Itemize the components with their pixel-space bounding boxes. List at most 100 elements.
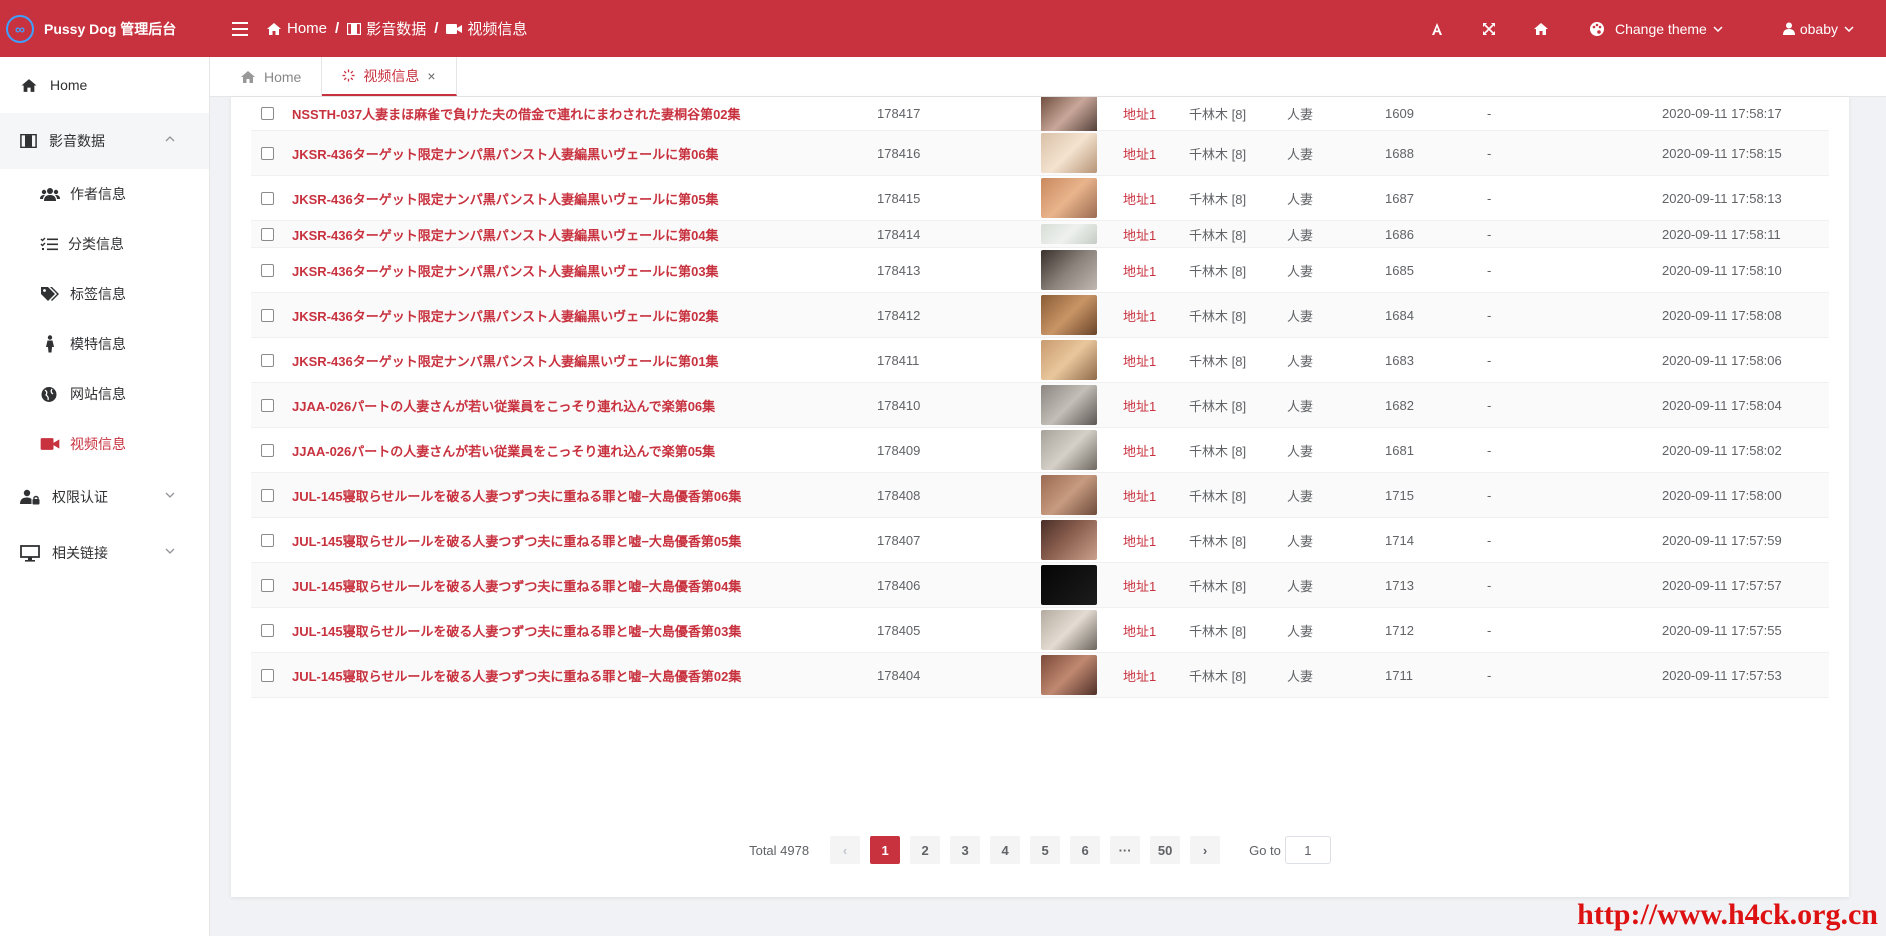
video-created-at: 2020-09-11 17:58:02 [1662, 442, 1782, 458]
row-checkbox[interactable] [261, 263, 274, 277]
row-checkbox[interactable] [261, 107, 274, 120]
video-thumbnail[interactable] [1041, 610, 1097, 650]
fullscreen-icon[interactable] [1463, 22, 1515, 36]
sidebar-group-links[interactable]: 相关链接 [0, 525, 209, 581]
sidebar-item-authors[interactable]: 作者信息 [0, 169, 209, 219]
video-title-link[interactable]: JUL-145寝取らせルールを破る人妻つずつ夫に重ねる罪と嘘−大島優香第06集 [292, 473, 741, 517]
sidebar-item-categories[interactable]: 分类信息 [0, 219, 209, 269]
font-size-icon[interactable] [1411, 22, 1463, 36]
video-source-link[interactable]: 地址1 [1123, 131, 1156, 175]
breadcrumb-home[interactable]: Home [266, 20, 327, 37]
row-checkbox[interactable] [261, 146, 274, 160]
tab-home[interactable]: Home [220, 57, 323, 96]
row-checkbox[interactable] [261, 488, 274, 502]
menu-toggle-icon[interactable] [232, 21, 248, 36]
row-checkbox[interactable] [261, 398, 274, 412]
video-source-link[interactable]: 地址1 [1123, 383, 1156, 427]
video-thumbnail[interactable] [1041, 250, 1097, 290]
video-thumbnail[interactable] [1041, 97, 1097, 134]
video-source-link[interactable]: 地址1 [1123, 338, 1156, 382]
video-source-link[interactable]: 地址1 [1123, 518, 1156, 562]
sidebar-item-home[interactable]: Home [0, 57, 209, 113]
row-checkbox[interactable] [261, 353, 274, 367]
video-thumbnail[interactable] [1041, 475, 1097, 515]
more-pages-button[interactable]: ··· [1110, 836, 1141, 864]
sidebar-item-models[interactable]: 模特信息 [0, 319, 209, 369]
thumbnail-cell [1041, 131, 1097, 175]
change-theme-menu[interactable]: Change theme [1589, 21, 1733, 37]
sidebar-group-auth[interactable]: 权限认证 [0, 469, 209, 525]
row-checkbox[interactable] [261, 443, 274, 457]
video-title-link[interactable]: JKSR-436ターゲット限定ナンパ黒パンスト人妻編黒いヴェールに第01集 [292, 338, 719, 382]
video-thumbnail[interactable] [1041, 655, 1097, 695]
video-thumbnail[interactable] [1041, 133, 1097, 173]
video-title-link[interactable]: JUL-145寝取らせルールを破る人妻つずつ夫に重ねる罪と嘘−大島優香第03集 [292, 608, 741, 652]
video-source-link[interactable]: 地址1 [1123, 221, 1156, 247]
video-thumbnail[interactable] [1041, 385, 1097, 425]
page-button[interactable]: 2 [910, 836, 941, 864]
thumbnail-cell [1041, 221, 1097, 247]
video-thumbnail[interactable] [1041, 295, 1097, 335]
page-button[interactable]: 4 [990, 836, 1021, 864]
video-title-link[interactable]: JKSR-436ターゲット限定ナンパ黒パンスト人妻編黒いヴェールに第02集 [292, 293, 719, 337]
breadcrumb-section[interactable]: 影音数据 [347, 18, 426, 39]
video-source-link[interactable]: 地址1 [1123, 653, 1156, 697]
page-button[interactable]: 1 [870, 836, 901, 864]
video-source-link[interactable]: 地址1 [1123, 563, 1156, 607]
table-row: JKSR-436ターゲット限定ナンパ黒パンスト人妻編黒いヴェールに第05集 178… [251, 176, 1829, 221]
row-checkbox-cell [261, 563, 274, 607]
video-thumbnail[interactable] [1041, 565, 1097, 605]
thumbnail-cell [1041, 248, 1097, 292]
video-title-link[interactable]: JKSR-436ターゲット限定ナンパ黒パンスト人妻編黒いヴェールに第06集 [292, 131, 719, 175]
video-title-link[interactable]: JUL-145寝取らせルールを破る人妻つずつ夫に重ねる罪と嘘−大島優香第04集 [292, 563, 741, 607]
sidebar-item-websites[interactable]: 网站信息 [0, 369, 209, 419]
video-title-link[interactable]: NSSTH-037人妻まほ麻雀で負けた夫の借金で連れにまわされた妻桐谷第02集 [292, 97, 741, 130]
row-checkbox[interactable] [261, 308, 274, 322]
video-source-link[interactable]: 地址1 [1123, 608, 1156, 652]
row-checkbox[interactable] [261, 533, 274, 547]
next-page-button[interactable]: › [1190, 836, 1221, 864]
page-button[interactable]: 3 [950, 836, 981, 864]
video-author: 千林木 [8] [1189, 353, 1247, 369]
row-checkbox[interactable] [261, 623, 274, 637]
video-source-link[interactable]: 地址1 [1123, 473, 1156, 517]
video-title-link[interactable]: JKSR-436ターゲット限定ナンパ黒パンスト人妻編黒いヴェールに第03集 [292, 248, 719, 292]
sidebar-group-media[interactable]: 影音数据 [0, 113, 209, 169]
video-source-link[interactable]: 地址1 [1123, 293, 1156, 337]
row-checkbox-cell [261, 653, 274, 697]
prev-page-button[interactable]: ‹ [830, 836, 861, 864]
video-thumbnail[interactable] [1041, 224, 1097, 244]
page-button[interactable]: 50 [1150, 836, 1181, 864]
tab-videos[interactable]: 视频信息 × [322, 57, 457, 96]
close-icon[interactable]: × [427, 68, 435, 84]
video-thumbnail[interactable] [1041, 178, 1097, 218]
video-thumbnail[interactable] [1041, 340, 1097, 380]
app-logo[interactable]: ∞ Pussy Dog 管理后台 [0, 0, 210, 57]
video-title-link[interactable]: JJAA-026パートの人妻さんが若い従業員をこっそり連れ込んで楽第05集 [292, 428, 715, 472]
video-source-link[interactable]: 地址1 [1123, 176, 1156, 220]
video-source-link[interactable]: 地址1 [1123, 97, 1156, 130]
sidebar-item-tags[interactable]: 标签信息 [0, 269, 209, 319]
video-title-link[interactable]: JUL-145寝取らせルールを破る人妻つずつ夫に重ねる罪と嘘−大島優香第05集 [292, 518, 741, 562]
user-menu[interactable]: obaby [1782, 21, 1854, 37]
thumbnail-cell [1041, 383, 1097, 427]
video-title-link[interactable]: JKSR-436ターゲット限定ナンパ黒パンスト人妻編黒いヴェールに第05集 [292, 176, 719, 220]
video-title-link[interactable]: JJAA-026パートの人妻さんが若い従業員をこっそり連れ込んで楽第06集 [292, 383, 715, 427]
video-source-link[interactable]: 地址1 [1123, 248, 1156, 292]
row-checkbox-cell [261, 338, 274, 382]
sidebar-item-videos[interactable]: 视频信息 [0, 419, 209, 469]
row-checkbox[interactable] [261, 191, 274, 205]
page-button[interactable]: 6 [1070, 836, 1101, 864]
goto-page-input[interactable] [1284, 836, 1331, 864]
video-title-link[interactable]: JKSR-436ターゲット限定ナンパ黒パンスト人妻編黒いヴェールに第04集 [292, 221, 719, 247]
row-checkbox[interactable] [261, 668, 274, 682]
video-thumbnail[interactable] [1041, 520, 1097, 560]
row-checkbox[interactable] [261, 227, 274, 241]
video-source-link[interactable]: 地址1 [1123, 428, 1156, 472]
row-checkbox[interactable] [261, 578, 274, 592]
video-thumbnail[interactable] [1041, 430, 1097, 470]
page-button[interactable]: 5 [1030, 836, 1061, 864]
row-checkbox-cell [261, 293, 274, 337]
home-icon[interactable] [1515, 22, 1567, 36]
video-title-link[interactable]: JUL-145寝取らせルールを破る人妻つずつ夫に重ねる罪と嘘−大島優香第02集 [292, 653, 741, 697]
